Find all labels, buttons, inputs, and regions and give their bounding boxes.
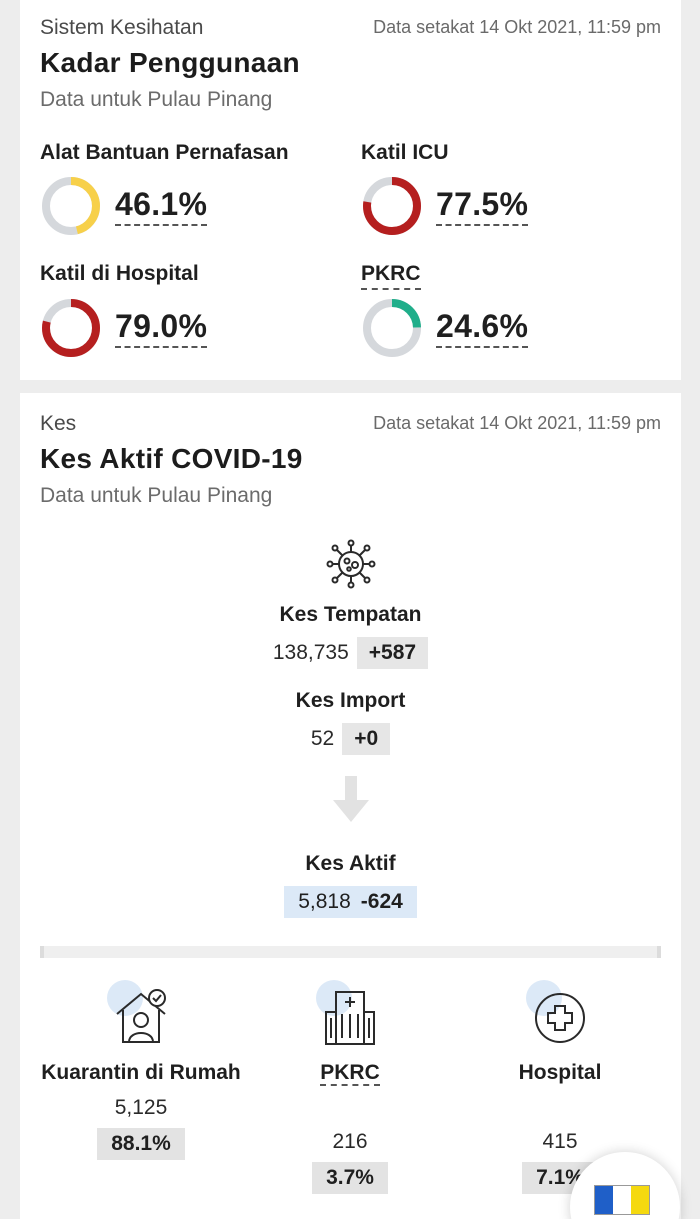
home-quarantine-pct: 88.1% bbox=[97, 1128, 185, 1160]
virus-icon bbox=[326, 539, 376, 589]
pkrc-label[interactable]: PKRC bbox=[250, 1056, 450, 1090]
metric-value-pkrc[interactable]: 24.6% bbox=[436, 308, 529, 348]
usage-rate-card: Sistem Kesihatan Data setakat 14 Okt 202… bbox=[20, 0, 681, 380]
metric-value-ventilator[interactable]: 46.1% bbox=[115, 186, 208, 226]
data-timestamp: Data setakat 14 Okt 2021, 11:59 pm bbox=[373, 413, 661, 433]
metric-label-hospital-bed: Katil di Hospital bbox=[40, 262, 199, 285]
metric-value-hospital-bed[interactable]: 79.0% bbox=[115, 308, 208, 348]
section-eyebrow: Kes bbox=[40, 412, 77, 435]
home-quarantine-count: 5,125 bbox=[114, 1096, 168, 1119]
card-subtitle: Data untuk Pulau Pinang bbox=[40, 88, 273, 111]
home-quarantine-label: Kuarantin di Rumah bbox=[41, 1061, 241, 1084]
import-cases-block: Kes Import 52 +0 bbox=[20, 689, 681, 755]
active-cases-change: -624 bbox=[360, 890, 403, 913]
pkrc-column: PKRC 216 3.7% bbox=[250, 980, 450, 1194]
metric-value-icu[interactable]: 77.5% bbox=[436, 186, 529, 226]
pkrc-donut bbox=[363, 299, 421, 357]
metric-label-ventilator: Alat Bantuan Pernafasan bbox=[40, 141, 289, 164]
icu-donut bbox=[363, 177, 421, 235]
active-cases-total: 5,818 bbox=[298, 890, 351, 913]
local-cases-label: Kes Tempatan bbox=[279, 603, 422, 626]
card-title: Kes Aktif COVID-19 bbox=[40, 443, 303, 474]
metric-label-icu: Katil ICU bbox=[361, 141, 449, 164]
pkrc-label-text[interactable]: PKRC bbox=[320, 1061, 380, 1086]
arrow-down-icon bbox=[333, 776, 369, 822]
metric-label-pkrc[interactable]: PKRC bbox=[361, 262, 421, 290]
hospital-bed-donut bbox=[42, 299, 100, 357]
penang-flag-icon bbox=[594, 1185, 650, 1215]
data-timestamp: Data setakat 14 Okt 2021, 11:59 pm bbox=[373, 17, 661, 37]
ventilator-donut bbox=[42, 177, 100, 235]
medical-cross-icon bbox=[535, 993, 585, 1043]
hospital-count: 415 bbox=[542, 1130, 578, 1153]
active-cases-block: Kes Aktif 5,818 -624 bbox=[20, 852, 681, 918]
pkrc-count: 216 bbox=[332, 1130, 368, 1153]
home-quarantine-icon bbox=[116, 989, 166, 1043]
active-cases-card: Kes Data setakat 14 Okt 2021, 11:59 pm K… bbox=[20, 393, 681, 1219]
import-cases-label: Kes Import bbox=[295, 689, 406, 712]
active-cases-label: Kes Aktif bbox=[305, 852, 396, 875]
home-quarantine-column: Kuarantin di Rumah 5,125 88.1% bbox=[41, 980, 241, 1160]
active-cases-box: 5,818 -624 bbox=[284, 886, 417, 918]
import-cases-total: 52 bbox=[310, 727, 335, 750]
section-divider bbox=[40, 946, 661, 958]
card-subtitle: Data untuk Pulau Pinang bbox=[40, 484, 273, 507]
building-icon bbox=[325, 991, 375, 1045]
section-eyebrow: Sistem Kesihatan bbox=[40, 16, 204, 39]
local-cases-block: Kes Tempatan 138,735 +587 bbox=[20, 603, 681, 669]
card-title: Kadar Penggunaan bbox=[40, 47, 300, 78]
local-cases-total: 138,735 bbox=[272, 641, 349, 664]
local-cases-change: +587 bbox=[356, 637, 429, 669]
hospital-label: Hospital bbox=[518, 1061, 602, 1084]
import-cases-change: +0 bbox=[342, 723, 391, 755]
pkrc-pct: 3.7% bbox=[312, 1162, 388, 1194]
